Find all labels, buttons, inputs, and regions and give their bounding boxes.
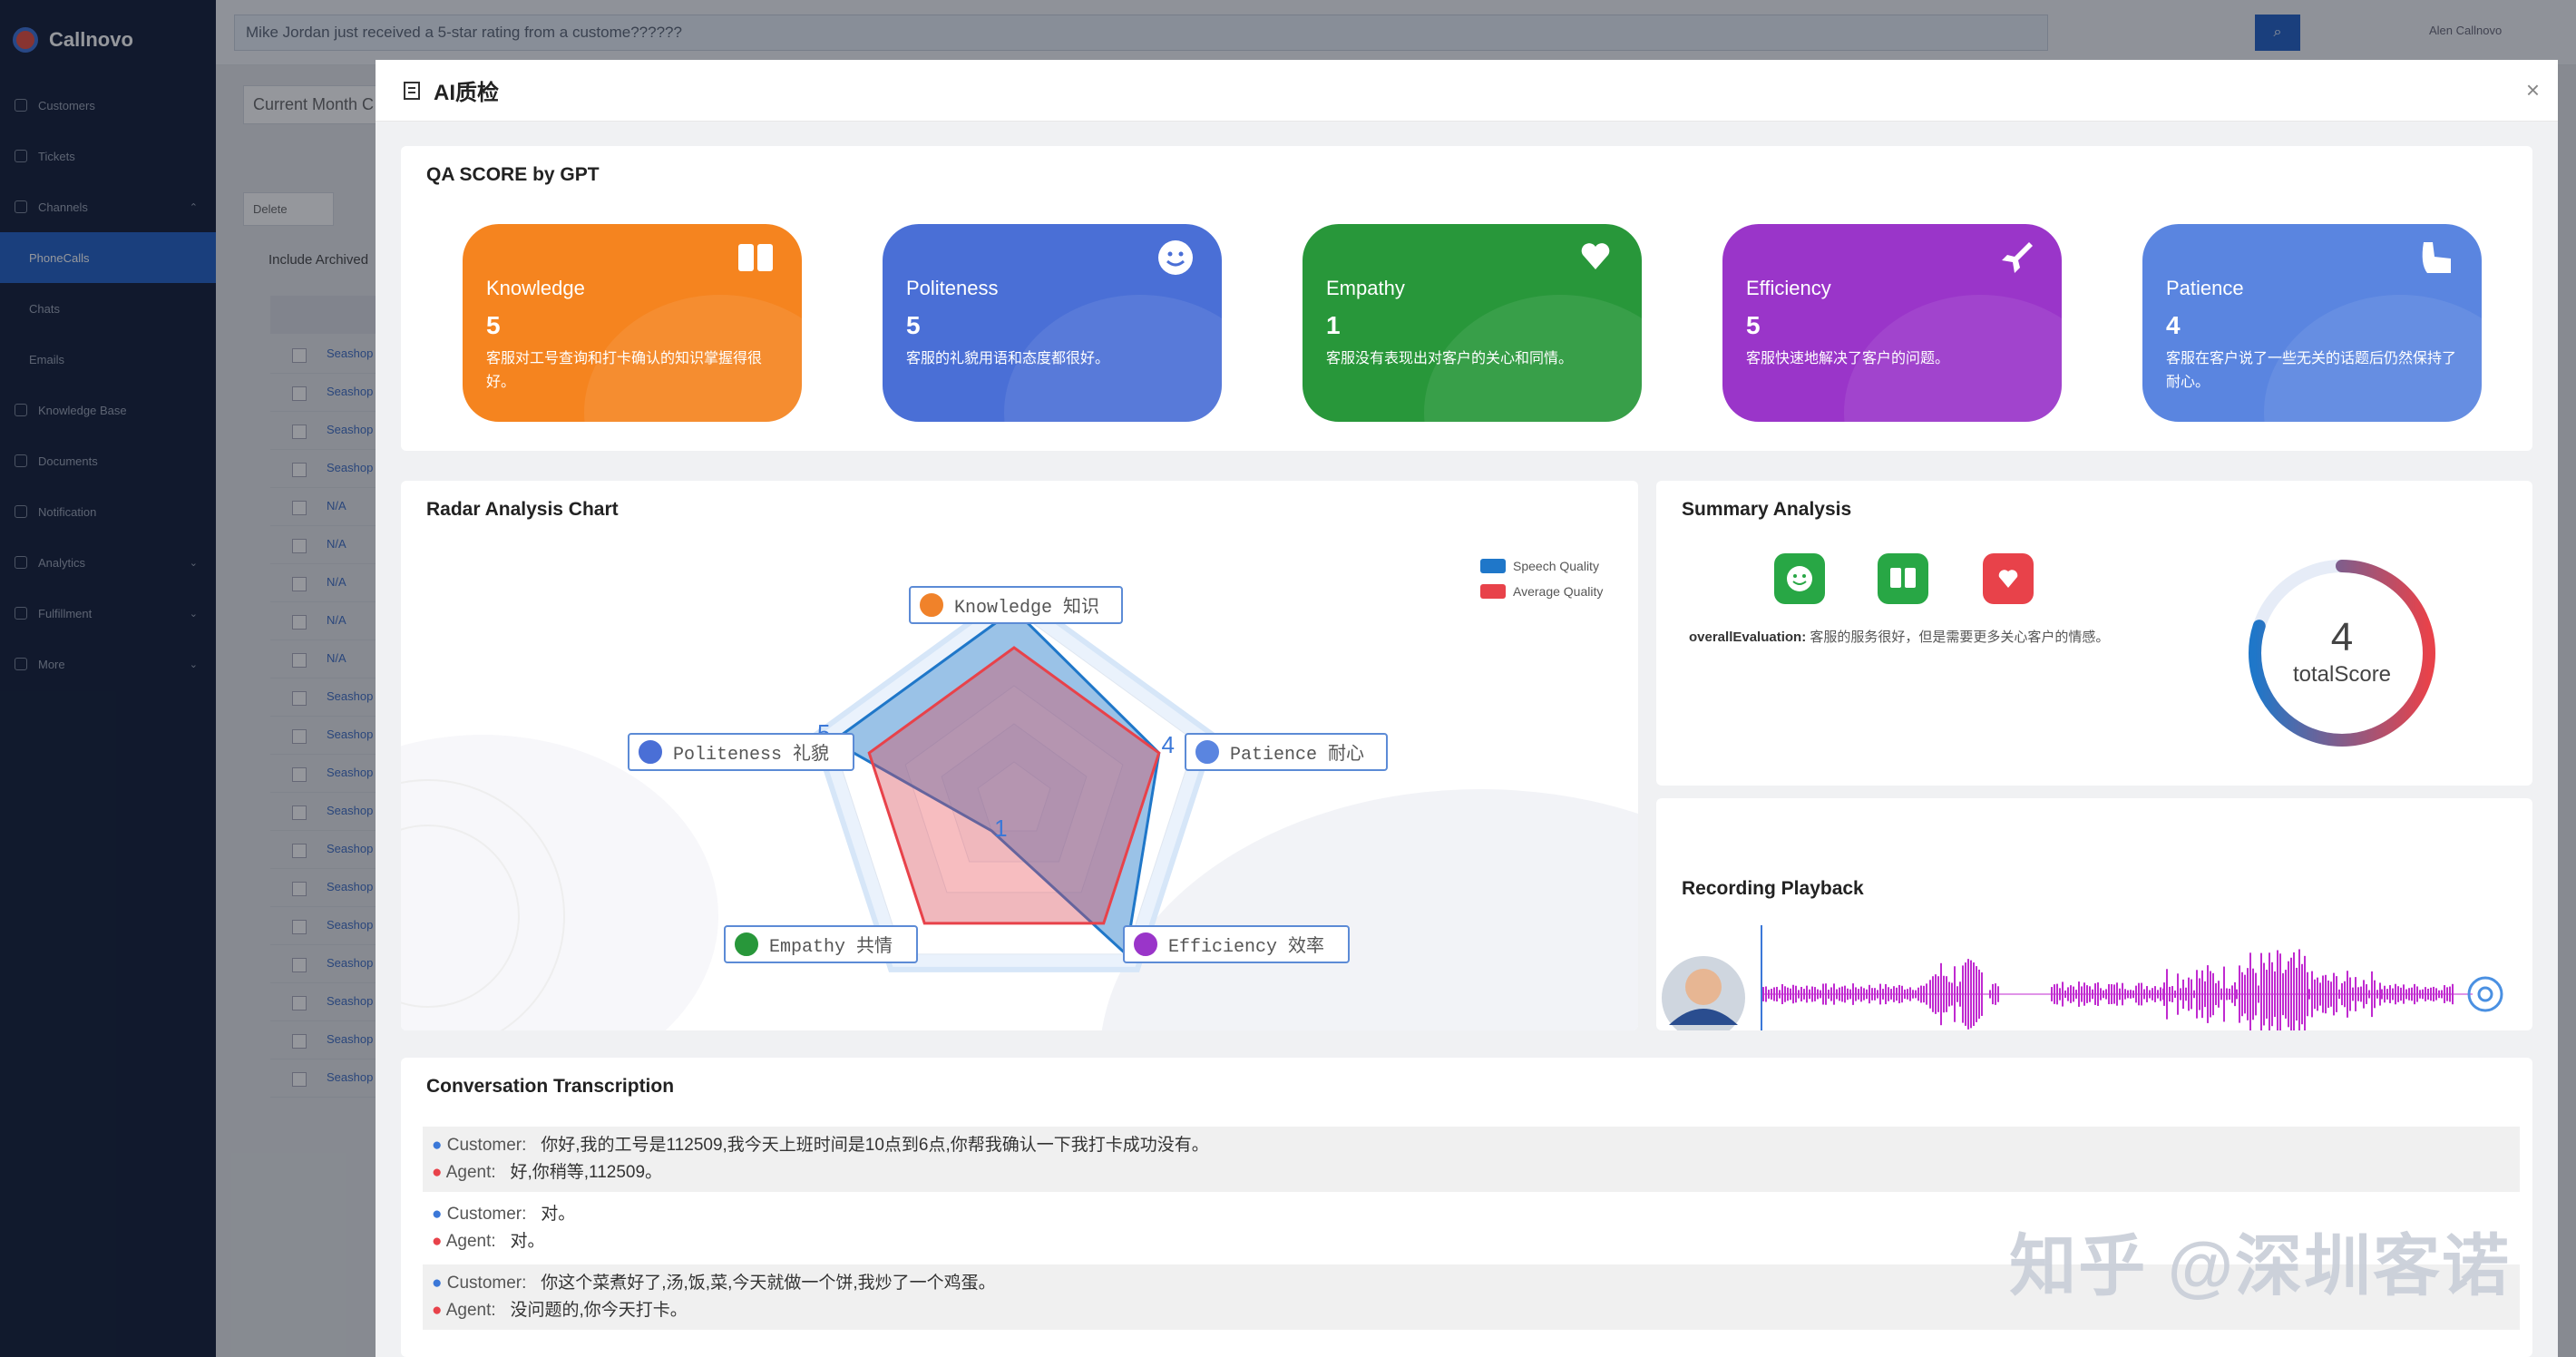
speaker-label: Agent: xyxy=(445,1232,496,1251)
radar-card: Radar Analysis Chart Speech Quality Avera… xyxy=(401,481,1638,1030)
axis-label-text: Empathy 共情 xyxy=(769,937,893,958)
user-icon: ● xyxy=(432,1274,443,1293)
total-score-label: totalScore xyxy=(2292,662,2392,687)
radar-axis-label: Empathy 共情 xyxy=(724,925,918,963)
speaker-label: Agent: xyxy=(445,1301,496,1320)
score-value: 4 xyxy=(2166,311,2181,339)
score-name: Knowledge xyxy=(486,277,585,299)
agent-icon: ● xyxy=(432,1163,443,1182)
heart-hand-icon xyxy=(1983,553,2034,604)
document-icon xyxy=(404,81,420,100)
transcript-turn: ● Customer: 你好,我的工号是112509,我今天上班时间是10点到6… xyxy=(423,1127,2520,1192)
user-icon: ● xyxy=(432,1205,443,1224)
axis-icon xyxy=(639,740,662,764)
modal-header: AI质检 × xyxy=(376,60,2558,122)
qa-score-card: QA SCORE by GPT Knowledge 5 客服对工号查询和打卡确认的知… xyxy=(401,146,2532,451)
close-icon[interactable]: × xyxy=(2526,76,2540,104)
axis-label-text: Patience 耐心 xyxy=(1230,745,1365,766)
radar-axis-label: Efficiency 效率 xyxy=(1123,925,1350,963)
axis-label-text: Knowledge 知识 xyxy=(954,598,1100,619)
radar-axis-label: Knowledge 知识 xyxy=(909,586,1123,624)
rocket-icon xyxy=(2002,242,2033,273)
score-description: 客服在客户说了一些无关的话题后仍然保持了耐心。 xyxy=(2166,351,2457,390)
total-score-value: 4 xyxy=(2330,615,2354,659)
score-name: Patience xyxy=(2166,277,2244,299)
overall-evaluation-text: 客服的服务很好，但是需要更多关心客户的情感。 xyxy=(1810,630,2110,645)
score-name: Efficiency xyxy=(1746,277,1831,299)
book-open-icon xyxy=(1878,553,1928,604)
audio-player[interactable] xyxy=(1656,798,2532,1030)
radar-axis-label: Politeness 礼貌 xyxy=(628,733,854,771)
ai-qa-modal: AI质检 × QA SCORE by GPT Knowledge 5 客服对工号查询… xyxy=(376,60,2558,1357)
recording-playback-card: Recording Playback xyxy=(1656,798,2532,1030)
radar-value-label: 1 xyxy=(994,815,1007,842)
customer-text: 对。 xyxy=(541,1205,576,1224)
score-value: 5 xyxy=(486,311,501,339)
radar-axis-label: Patience 耐心 xyxy=(1185,733,1388,771)
score-name: Empathy xyxy=(1326,277,1405,299)
transcription-card: Conversation Transcription ● Customer: 你… xyxy=(401,1058,2532,1357)
score-card-efficiency: Efficiency 5 客服快速地解决了客户的问题。 xyxy=(1722,224,2062,422)
score-card-patience: Patience 4 客服在客户说了一些无关的话题后仍然保持了耐心。 xyxy=(2142,224,2482,422)
axis-icon xyxy=(1195,740,1219,764)
axis-icon xyxy=(735,932,758,956)
transcription-title: Conversation Transcription xyxy=(426,1076,675,1097)
customer-line: ● Customer: 你好,我的工号是112509,我今天上班时间是10点到6… xyxy=(432,1132,2511,1159)
speaker-label: Customer: xyxy=(446,1136,527,1155)
axis-icon xyxy=(1134,932,1157,956)
score-description: 客服快速地解决了客户的问题。 xyxy=(1746,351,1950,366)
radar-value-label: 4 xyxy=(1162,731,1175,758)
agent-text: 好,你稍等,112509。 xyxy=(510,1163,663,1182)
score-name: Politeness xyxy=(906,277,999,299)
axis-label-text: Politeness 礼貌 xyxy=(673,745,830,766)
speaker-label: Agent: xyxy=(445,1163,496,1182)
smiley-icon xyxy=(1158,240,1193,275)
score-value: 5 xyxy=(906,311,921,339)
axis-label-text: Efficiency 效率 xyxy=(1168,937,1325,958)
agent-icon: ● xyxy=(432,1232,443,1251)
summary-title: Summary Analysis xyxy=(1682,499,1852,520)
overall-evaluation-label: overallEvaluation: xyxy=(1689,630,1807,645)
smiley-icon xyxy=(1774,553,1825,604)
customer-text: 你好,我的工号是112509,我今天上班时间是10点到6点,你帮我确认一下我打卡… xyxy=(541,1136,1209,1155)
speaker-label: Customer: xyxy=(446,1274,527,1293)
heart-hand-icon xyxy=(1581,243,1610,269)
score-description: 客服的礼貌用语和态度都很好。 xyxy=(906,351,1110,366)
score-card-knowledge: Knowledge 5 客服对工号查询和打卡确认的知识掌握得很好。 xyxy=(463,224,802,422)
agent-icon: ● xyxy=(432,1301,443,1320)
agent-line: ● Agent: 好,你稍等,112509。 xyxy=(432,1159,2511,1186)
watermark: 知乎 @深圳客诺 xyxy=(2009,1228,2511,1303)
modal-title: AI质检 xyxy=(434,81,499,105)
book-open-icon xyxy=(738,244,773,271)
muscle-icon xyxy=(2422,242,2451,273)
score-card-politeness: Politeness 5 客服的礼貌用语和态度都很好。 xyxy=(883,224,1222,422)
agent-text: 对。 xyxy=(510,1232,545,1251)
score-card-empathy: Empathy 1 客服没有表现出对客户的关心和同情。 xyxy=(1303,224,1642,422)
qa-score-title: QA SCORE by GPT xyxy=(426,164,600,185)
score-description: 客服对工号查询和打卡确认的知识掌握得很好。 xyxy=(486,351,763,390)
axis-icon xyxy=(920,593,943,617)
user-icon: ● xyxy=(432,1136,443,1155)
agent-text: 没问题的,你今天打卡。 xyxy=(510,1301,688,1320)
summary-card: Summary Analysis overallEvaluation: 客服的服… xyxy=(1656,481,2532,786)
radar-chart: 54515 xyxy=(811,584,1217,972)
speaker-label: Customer: xyxy=(446,1205,527,1224)
score-value: 5 xyxy=(1746,311,1761,339)
score-value: 1 xyxy=(1326,311,1341,339)
overall-evaluation: overallEvaluation: 客服的服务很好，但是需要更多关心客户的情感… xyxy=(1689,626,2142,649)
customer-text: 你这个菜煮好了,汤,饭,菜,今天就做一个饼,我炒了一个鸡蛋。 xyxy=(541,1274,996,1293)
score-description: 客服没有表现出对客户的关心和同情。 xyxy=(1326,351,1574,366)
